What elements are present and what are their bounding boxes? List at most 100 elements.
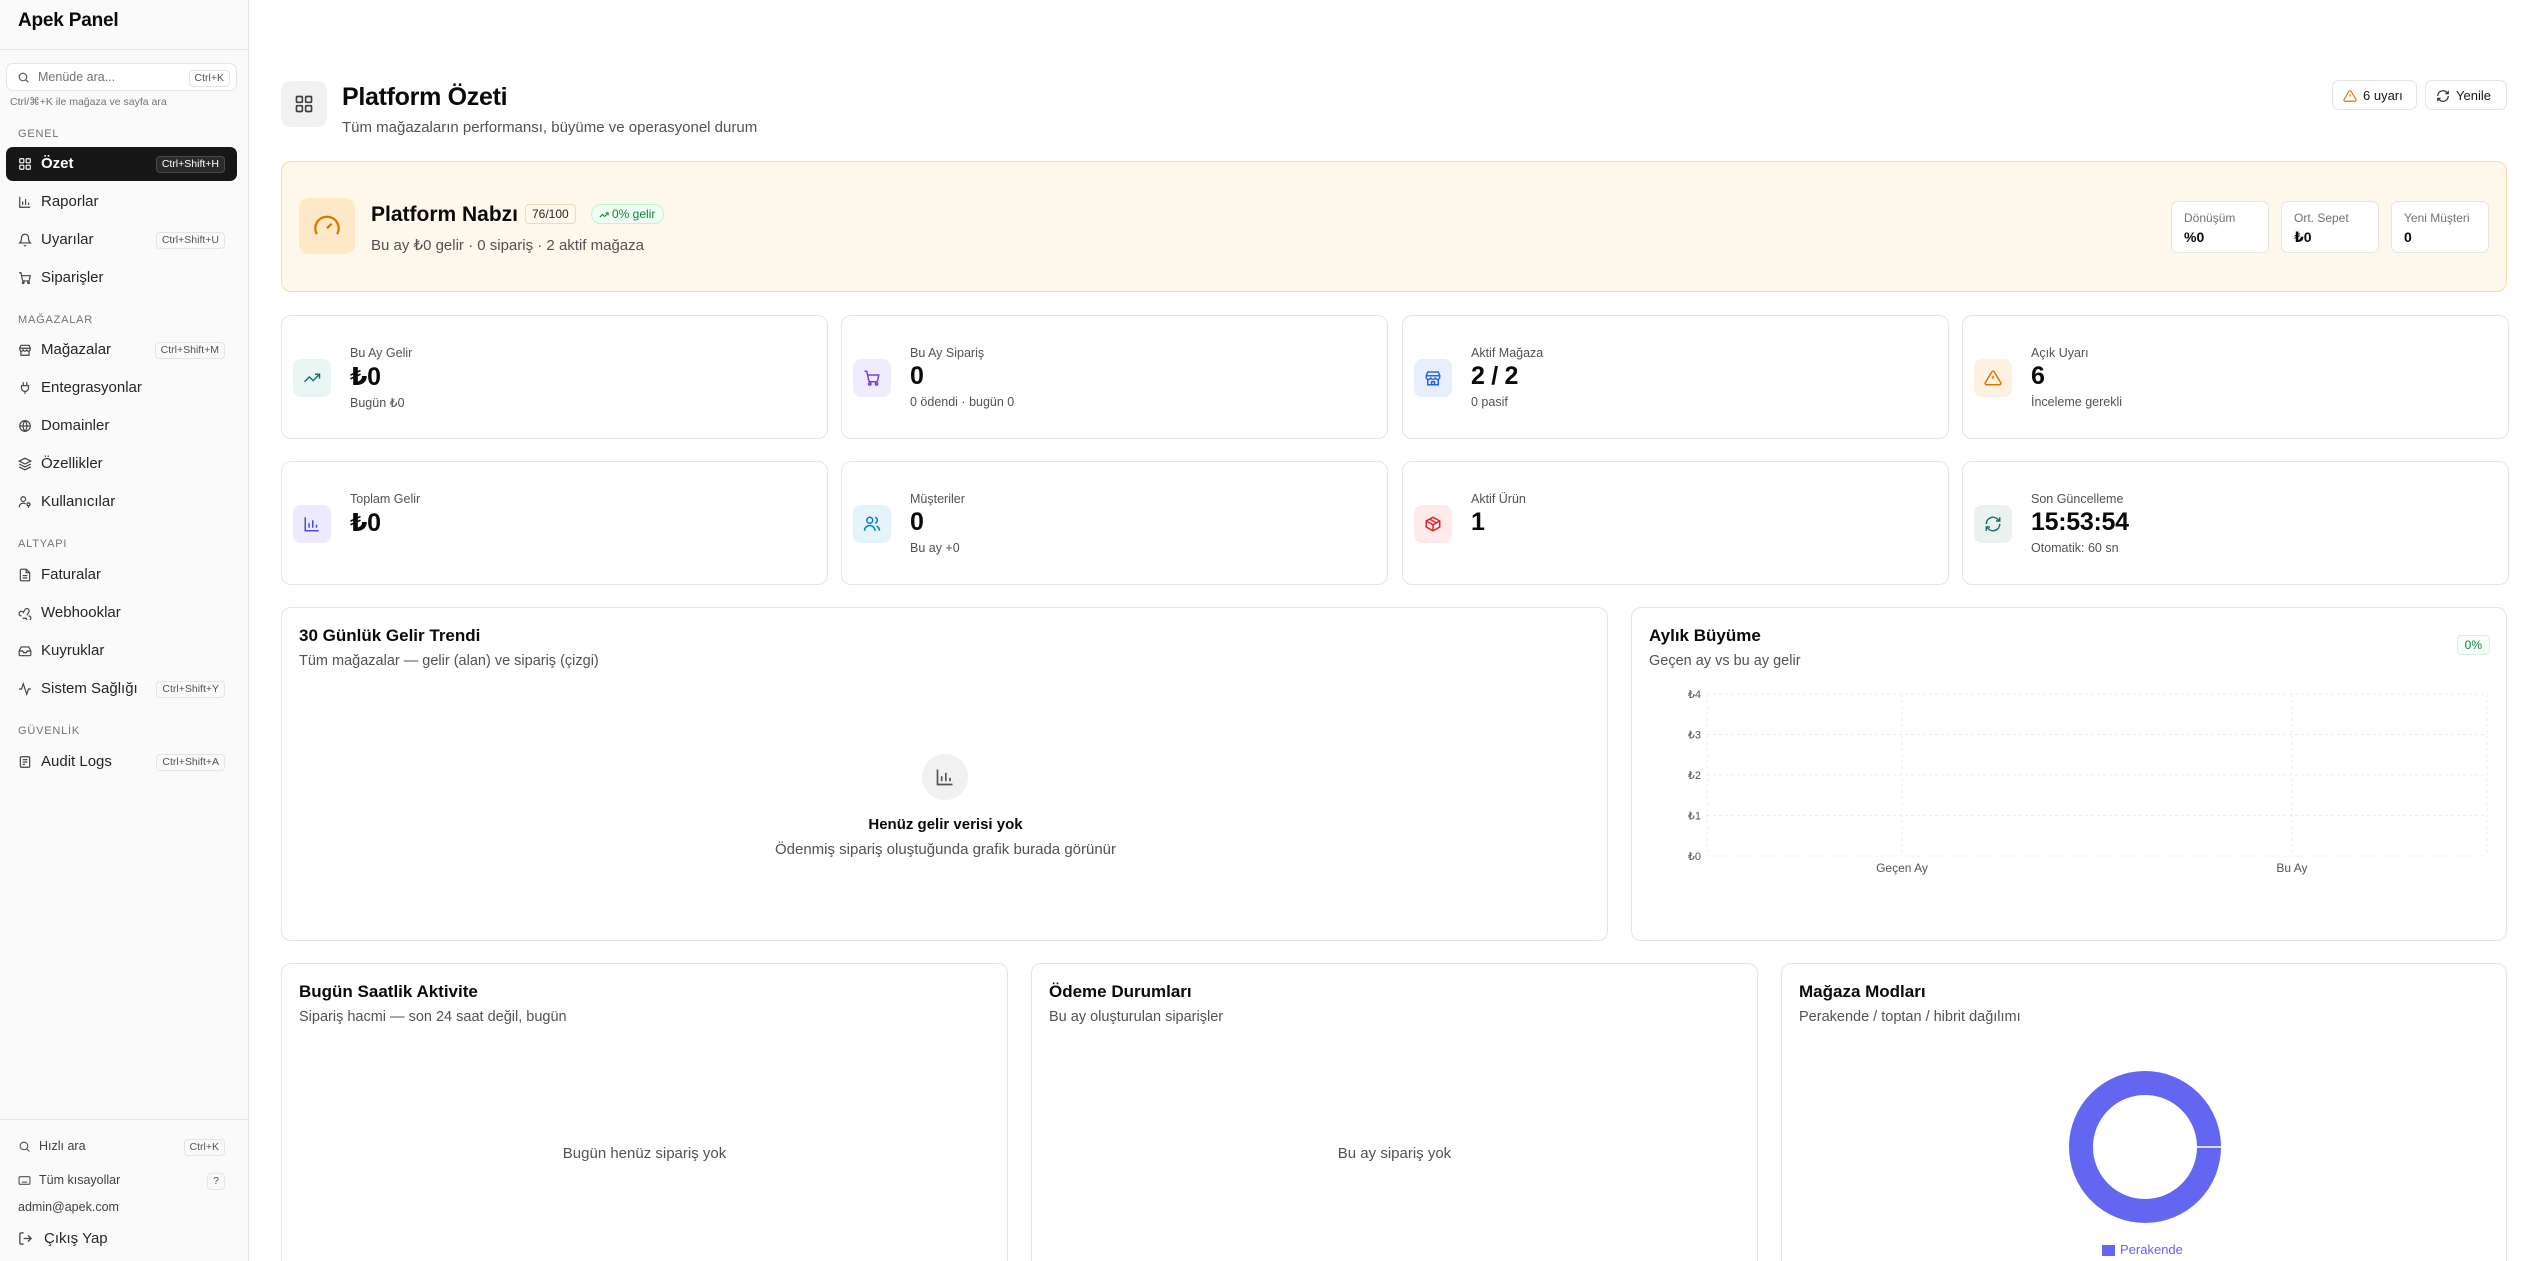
cart-icon	[19, 272, 31, 285]
sidebar-item-ozet[interactable]: Özet Ctrl+Shift+H	[6, 147, 237, 181]
sidebar-item-kullanicilar[interactable]: Kullanıcılar	[6, 485, 237, 519]
shortcut-kbd: Ctrl+Shift+M	[154, 342, 225, 359]
sidebar-item-ozellikler[interactable]: Özellikler	[6, 447, 237, 481]
y-tick-label: ₺0	[1688, 851, 1701, 863]
stat-card-active-products: Aktif Ürün 1	[1402, 461, 1949, 585]
sidebar-item-label: Özet	[41, 155, 74, 172]
stat-label: Aktif Ürün	[1471, 492, 1526, 506]
card-title: Bugün Saatlik Aktivite	[299, 982, 478, 1001]
plug-icon	[20, 382, 30, 394]
sidebar-item-magazalar[interactable]: Mağazalar Ctrl+Shift+M	[6, 333, 237, 367]
logout-button[interactable]: Çıkış Yap	[6, 1225, 237, 1253]
sidebar-item-label: Kuyruklar	[41, 642, 105, 659]
stat-card-last-update: Son Güncelleme 15:53:54 Otomatik: 60 sn	[1962, 461, 2509, 585]
bar-chart-icon	[304, 517, 319, 532]
empty-state-subtitle: Ödenmiş sipariş oluştuğunda grafik burad…	[774, 841, 1117, 858]
all-shortcuts-label: Tüm kısayollar	[39, 1173, 121, 1187]
logout-label: Çıkış Yap	[44, 1230, 108, 1247]
nav-group-label: GÜVENLİK	[18, 725, 81, 737]
stat-icon-box	[1414, 505, 1452, 543]
pulse-icon-box	[299, 198, 355, 254]
stat-label: Aktif Mağaza	[1471, 346, 1544, 360]
sidebar-item-label: Raporlar	[41, 193, 99, 210]
sidebar-item-audit-logs[interactable]: Audit Logs Ctrl+Shift+A	[6, 745, 237, 779]
bar-chart-icon	[19, 196, 31, 208]
user-key-icon	[18, 496, 31, 508]
mini-stat-label: Dönüşüm	[2184, 211, 2236, 225]
growth-badge-text: 0% gelir	[612, 207, 656, 221]
stat-value: ₺0	[350, 509, 381, 537]
sidebar-item-sistem-sagligi[interactable]: Sistem Sağlığı Ctrl+Shift+Y	[6, 672, 237, 706]
refresh-button[interactable]: Yenile	[2425, 80, 2507, 110]
mini-stat-label: Yeni Müşteri	[2404, 211, 2470, 225]
stat-value: 15:53:54	[2031, 508, 2129, 536]
stat-sub: İnceleme gerekli	[2031, 395, 2123, 409]
stat-label: Açık Uyarı	[2031, 346, 2089, 360]
sidebar-item-label: Özellikler	[41, 455, 103, 472]
search-placeholder: Menüde ara...	[38, 70, 116, 84]
quick-search-label: Hızlı ara	[39, 1139, 86, 1153]
sidebar-item-entegrasyonlar[interactable]: Entegrasyonlar	[6, 371, 237, 405]
quick-search-button[interactable]: Hızlı ara Ctrl+K	[6, 1133, 237, 1161]
sidebar-item-siparisler[interactable]: Siparişler	[6, 261, 237, 295]
stat-icon-box	[293, 505, 331, 543]
pulse-title: Platform Nabzı	[371, 203, 519, 226]
card-title: 30 Günlük Gelir Trendi	[299, 626, 481, 645]
trending-up-icon	[303, 373, 321, 383]
stat-card-month-orders: Bu Ay Sipariş 0 0 ödendi · bugün 0	[841, 315, 1388, 439]
alerts-button[interactable]: 6 uyarı	[2332, 80, 2417, 110]
search-icon	[18, 72, 29, 83]
all-shortcuts-button[interactable]: Tüm kısayollar ?	[6, 1167, 237, 1195]
growth-bar-chart: ₺0 ₺1 ₺2 ₺3 ₺4 Geçen Ay Bu Ay	[1688, 689, 2488, 875]
nav-group-label: ALTYAPI	[18, 538, 68, 550]
donut-slice	[2069, 1071, 2221, 1223]
sidebar-item-label: Uyarılar	[41, 231, 94, 248]
y-tick-label: ₺1	[1688, 811, 1701, 823]
sidebar-item-uyarilar[interactable]: Uyarılar Ctrl+Shift+U	[6, 223, 237, 257]
sidebar: Apek Panel Menüde ara... Ctrl+K Ctrl/⌘+K…	[0, 0, 249, 1261]
activity-icon	[19, 682, 31, 696]
store-modes-donut-chart	[2069, 1071, 2221, 1223]
x-tick-label: Bu Ay	[2276, 861, 2307, 875]
warning-icon	[2343, 90, 2357, 102]
stat-icon-box	[853, 359, 891, 397]
cart-icon	[864, 370, 880, 386]
brand-name: Apek Panel	[18, 10, 119, 31]
grid-icon	[19, 158, 31, 170]
stat-sub: Bu ay +0	[910, 541, 960, 555]
sidebar-item-label: Webhooklar	[41, 604, 121, 621]
bell-icon	[18, 233, 32, 247]
legend-swatch	[2102, 1245, 2115, 1256]
sidebar-item-label: Siparişler	[41, 269, 104, 286]
trending-up-icon	[599, 212, 609, 218]
sidebar-item-label: Mağazalar	[41, 341, 112, 358]
sidebar-item-raporlar[interactable]: Raporlar	[6, 185, 237, 219]
sidebar-item-domainler[interactable]: Domainler	[6, 409, 237, 443]
page-subtitle: Tüm mağazaların performansı, büyüme ve o…	[342, 119, 758, 136]
shortcut-kbd: Ctrl+K	[183, 1139, 225, 1156]
hourly-activity-card: Bugün Saatlik Aktivite Sipariş hacmi — s…	[281, 963, 1008, 1261]
user-email: admin@apek.com	[18, 1200, 119, 1214]
stat-label: Bu Ay Gelir	[350, 346, 413, 360]
stat-icon-box	[293, 359, 331, 397]
shortcut-kbd: Ctrl+Shift+H	[155, 156, 225, 173]
menu-search-input[interactable]: Menüde ara... Ctrl+K	[6, 63, 237, 91]
x-tick-label: Geçen Ay	[1876, 861, 1928, 875]
sidebar-item-kuyruklar[interactable]: Kuyruklar	[6, 634, 237, 668]
stat-value: 0	[910, 362, 924, 390]
gauge-icon	[314, 215, 340, 235]
stat-value: 6	[2031, 362, 2045, 390]
sidebar-item-webhooklar[interactable]: Webhooklar	[6, 596, 237, 630]
stat-sub: 0 ödendi · bugün 0	[910, 395, 1015, 409]
store-modes-card: Mağaza Modları Perakende / toptan / hibr…	[1781, 963, 2507, 1261]
webhook-icon	[18, 608, 32, 620]
stat-card-month-revenue: Bu Ay Gelir ₺0 Bugün ₺0	[281, 315, 828, 439]
revenue-trend-card: 30 Günlük Gelir Trendi Tüm mağazalar — g…	[281, 607, 1608, 941]
stat-value: 0	[910, 508, 924, 536]
page-title: Platform Özeti	[342, 83, 508, 111]
sidebar-item-faturalar[interactable]: Faturalar	[6, 558, 237, 592]
users-icon	[863, 516, 881, 531]
refresh-icon	[2437, 90, 2449, 102]
stat-value: ₺0	[350, 363, 381, 391]
y-tick-label: ₺3	[1688, 730, 1701, 742]
